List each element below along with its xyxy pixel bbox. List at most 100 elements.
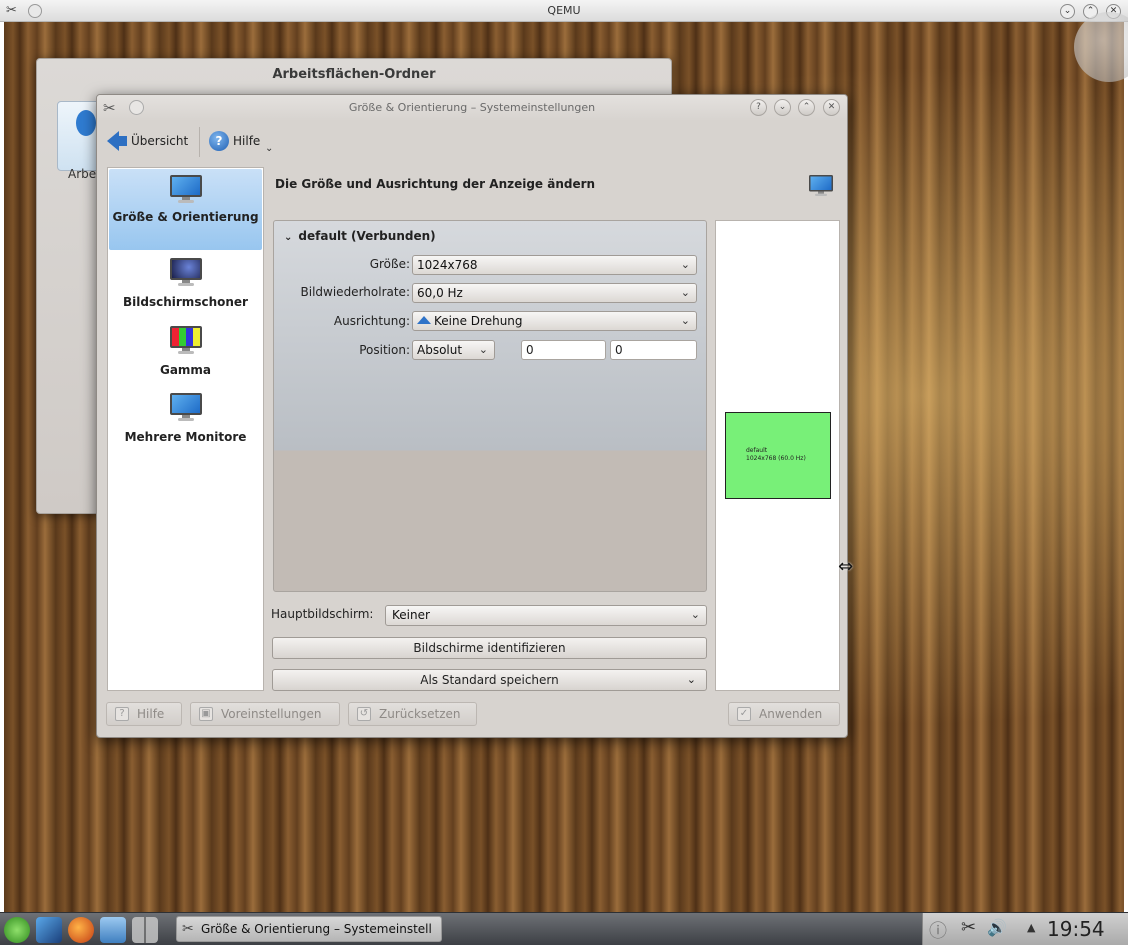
size-label: Größe:	[369, 257, 410, 271]
defaults-icon: ▣	[199, 707, 213, 721]
position-mode-combobox[interactable]: Absolut ⌄	[412, 340, 495, 360]
preview-output-mode: 1024x768 (60.0 Hz)	[746, 455, 806, 462]
monitor-layout-preview[interactable]: default 1024x768 (60.0 Hz)	[715, 220, 840, 691]
save-as-default-label: Als Standard speichern	[420, 673, 559, 687]
back-arrow-icon	[107, 131, 127, 151]
reset-label: Zurücksetzen	[379, 707, 461, 721]
help-bottom-label: Hilfe	[137, 707, 165, 721]
primary-screen-combobox[interactable]: Keiner ⌄	[385, 605, 707, 626]
output-preview-default[interactable]: default 1024x768 (60.0 Hz)	[725, 412, 831, 499]
clock[interactable]: 19:54	[1047, 917, 1105, 941]
help-icon: ?	[115, 707, 129, 721]
taskbar-task-item[interactable]: ✂ Größe & Orientierung – Systemeinstell	[176, 916, 442, 942]
toolbar-separator	[199, 127, 200, 157]
monitor-icon	[169, 175, 202, 203]
checkmark-icon: ✓	[737, 707, 751, 721]
category-item-multiple-monitors[interactable]: Mehrere Monitore	[109, 393, 262, 453]
help-label: Hilfe	[233, 134, 261, 148]
category-item-size-orientation[interactable]: Größe & Orientierung	[109, 169, 262, 250]
chevron-down-icon: ⌄	[680, 286, 690, 299]
desktop-toolbox-icon[interactable]	[1074, 12, 1128, 82]
firefox-icon[interactable]	[68, 917, 94, 943]
defaults-button[interactable]: ▣ Voreinstellungen	[190, 702, 340, 726]
file-manager-icon[interactable]	[100, 917, 126, 943]
orientation-combobox[interactable]: Keine Drehung ⌄	[412, 311, 697, 331]
refresh-rate-label: Bildwiederholrate:	[300, 285, 410, 299]
collapse-chevron-icon: ⌄	[284, 232, 293, 243]
app-launcher-icon[interactable]	[4, 917, 30, 943]
help-button[interactable]: ? Hilfe	[209, 127, 260, 155]
reset-button[interactable]: ↺ Zurücksetzen	[348, 702, 477, 726]
position-x-input[interactable]: 0	[521, 340, 606, 360]
minimize-button[interactable]: ⌄	[774, 99, 791, 116]
size-value: 1024x768	[417, 258, 478, 272]
monitor-icon	[169, 393, 202, 421]
screensaver-icon	[169, 258, 202, 286]
category-label: Bildschirmschoner	[123, 295, 248, 309]
category-label: Gamma	[159, 363, 212, 377]
refresh-rate-combobox[interactable]: 60,0 Hz ⌄	[412, 283, 697, 303]
folder-item-label: Arbe	[68, 167, 97, 181]
category-label: Mehrere Monitore	[124, 430, 247, 444]
category-label: Größe & Orientierung	[112, 210, 259, 224]
refresh-rate-value: 60,0 Hz	[417, 286, 463, 300]
identify-screens-button[interactable]: Bildschirme identifizieren	[272, 637, 707, 659]
primary-screen-label: Hauptbildschirm:	[271, 607, 374, 621]
chevron-down-icon: ⌄	[690, 608, 700, 621]
info-icon[interactable]: ⓘ	[929, 917, 947, 943]
settings-window: ✂ Größe & Orientierung – Systemeinstellu…	[96, 94, 848, 738]
orientation-value: Keine Drehung	[434, 314, 523, 328]
gamma-icon	[169, 326, 202, 354]
tools-icon[interactable]: ✂	[961, 917, 976, 938]
category-item-screensaver[interactable]: Bildschirmschoner	[109, 258, 262, 318]
rotation-arrow-icon	[417, 315, 431, 324]
output-settings-panel: ⌄ default (Verbunden) Größe: 1024x768 ⌄ B…	[273, 220, 707, 592]
category-item-gamma[interactable]: Gamma	[109, 326, 262, 386]
help-menu-chevron-icon[interactable]: ⌄	[265, 143, 273, 154]
defaults-label: Voreinstellungen	[221, 707, 322, 721]
task-label: Größe & Orientierung – Systemeinstell	[201, 922, 432, 936]
preview-output-name: default	[746, 447, 768, 454]
page-title: Die Größe und Ausrichtung der Anzeige än…	[275, 177, 596, 191]
taskbar: ✂ Größe & Orientierung – Systemeinstell …	[0, 912, 1128, 945]
overview-button[interactable]: Übersicht	[107, 127, 188, 155]
position-y-input[interactable]: 0	[610, 340, 697, 360]
toolbar: Übersicht ? Hilfe ⌄	[97, 123, 847, 159]
position-label: Position:	[359, 343, 410, 357]
category-list: Größe & Orientierung Bildschirmschoner G…	[107, 167, 264, 691]
volume-icon[interactable]: 🔊	[987, 918, 1007, 937]
primary-screen-value: Keiner	[392, 608, 430, 622]
help-bottom-button[interactable]: ? Hilfe	[106, 702, 182, 726]
output-header[interactable]: ⌄ default (Verbunden)	[284, 229, 436, 243]
help-icon: ?	[209, 131, 229, 151]
context-help-button[interactable]: ?	[750, 99, 767, 116]
desktop-folder-title: Arbeitsflächen-Ordner	[272, 67, 436, 82]
position-mode-value: Absolut	[417, 343, 463, 357]
chevron-down-icon: ⌄	[686, 673, 696, 686]
chevron-down-icon: ⌄	[680, 258, 690, 271]
tools-icon: ✂	[182, 921, 194, 937]
close-button[interactable]: ✕	[823, 99, 840, 116]
settings-titlebar[interactable]: ✂ Größe & Orientierung – Systemeinstellu…	[97, 95, 847, 121]
save-as-default-button[interactable]: Als Standard speichern ⌄	[272, 669, 707, 691]
maximize-button[interactable]: ⌃	[798, 99, 815, 116]
preview-output-text: default 1024x768 (60.0 Hz)	[746, 447, 806, 463]
system-tray: ⓘ ✂ 🔊 ▲ 19:54	[922, 913, 1128, 945]
apply-label: Anwenden	[759, 707, 823, 721]
pager-icon[interactable]	[132, 917, 158, 943]
overview-label: Übersicht	[131, 134, 189, 148]
monitor-icon	[809, 175, 833, 196]
size-combobox[interactable]: 1024x768 ⌄	[412, 255, 697, 275]
reset-icon: ↺	[357, 707, 371, 721]
chevron-down-icon: ⌄	[478, 343, 488, 356]
qemu-titlebar: ✂ QEMU ⌄ ⌃ ✕	[0, 0, 1128, 22]
resize-cursor-icon: ⇔	[838, 556, 854, 577]
chevron-down-icon: ⌄	[680, 314, 690, 327]
apply-button[interactable]: ✓ Anwenden	[728, 702, 840, 726]
orientation-label: Ausrichtung:	[333, 314, 410, 328]
desktop-icon[interactable]	[36, 917, 62, 943]
qemu-title: QEMU	[547, 4, 581, 17]
output-title: default (Verbunden)	[298, 229, 436, 243]
qemu-minimize-button[interactable]: ⌄	[1060, 4, 1075, 19]
tray-expand-icon[interactable]: ▲	[1027, 921, 1035, 934]
